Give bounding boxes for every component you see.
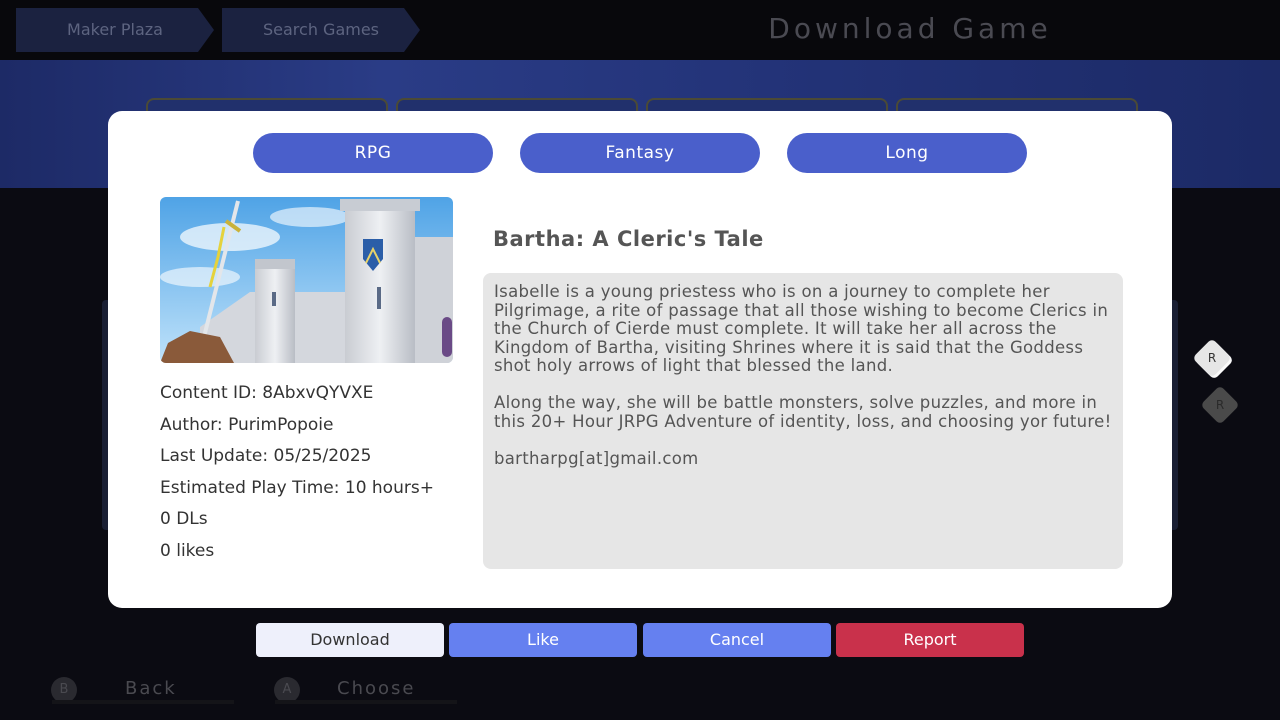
footer-divider <box>52 700 234 704</box>
tag-long: Long <box>787 133 1027 173</box>
like-count: 0 likes <box>160 541 215 561</box>
game-details-dialog: RPG Fantasy Long Content ID: 8AbxvQYVXE … <box>108 111 1172 608</box>
play-time: Estimated Play Time: 10 hours+ <box>160 478 434 498</box>
game-title: Bartha: A Cleric's Tale <box>493 227 764 251</box>
content-id: Content ID: 8AbxvQYVXE <box>160 383 374 403</box>
game-thumbnail <box>160 197 453 363</box>
page-indicator-icon[interactable]: R <box>1200 385 1240 425</box>
download-button[interactable]: Download <box>256 623 444 657</box>
page-indicator-icon[interactable]: R <box>1192 338 1232 378</box>
like-button[interactable]: Like <box>449 623 637 657</box>
author: Author: PurimPopoie <box>160 415 334 435</box>
page-indicator-label: R <box>1207 351 1217 365</box>
report-button[interactable]: Report <box>836 623 1024 657</box>
description-paragraph: Isabelle is a young priestess who is on … <box>494 282 1109 375</box>
tag-rpg: RPG <box>253 133 493 173</box>
cancel-button[interactable]: Cancel <box>643 623 831 657</box>
page-indicator-label: R <box>1215 398 1225 412</box>
tag-fantasy: Fantasy <box>520 133 760 173</box>
last-update: Last Update: 05/25/2025 <box>160 446 372 466</box>
breadcrumb-search-games[interactable]: Search Games <box>222 8 420 52</box>
breadcrumb-maker-plaza[interactable]: Maker Plaza <box>16 8 214 52</box>
contact-email: bartharpg[at]gmail.com <box>494 448 699 468</box>
screen-title: Download Game <box>768 12 1052 45</box>
game-description: Isabelle is a young priestess who is on … <box>483 273 1123 569</box>
footer-divider <box>275 700 457 704</box>
download-count: 0 DLs <box>160 509 208 529</box>
description-paragraph: Along the way, she will be battle monste… <box>494 393 1112 431</box>
